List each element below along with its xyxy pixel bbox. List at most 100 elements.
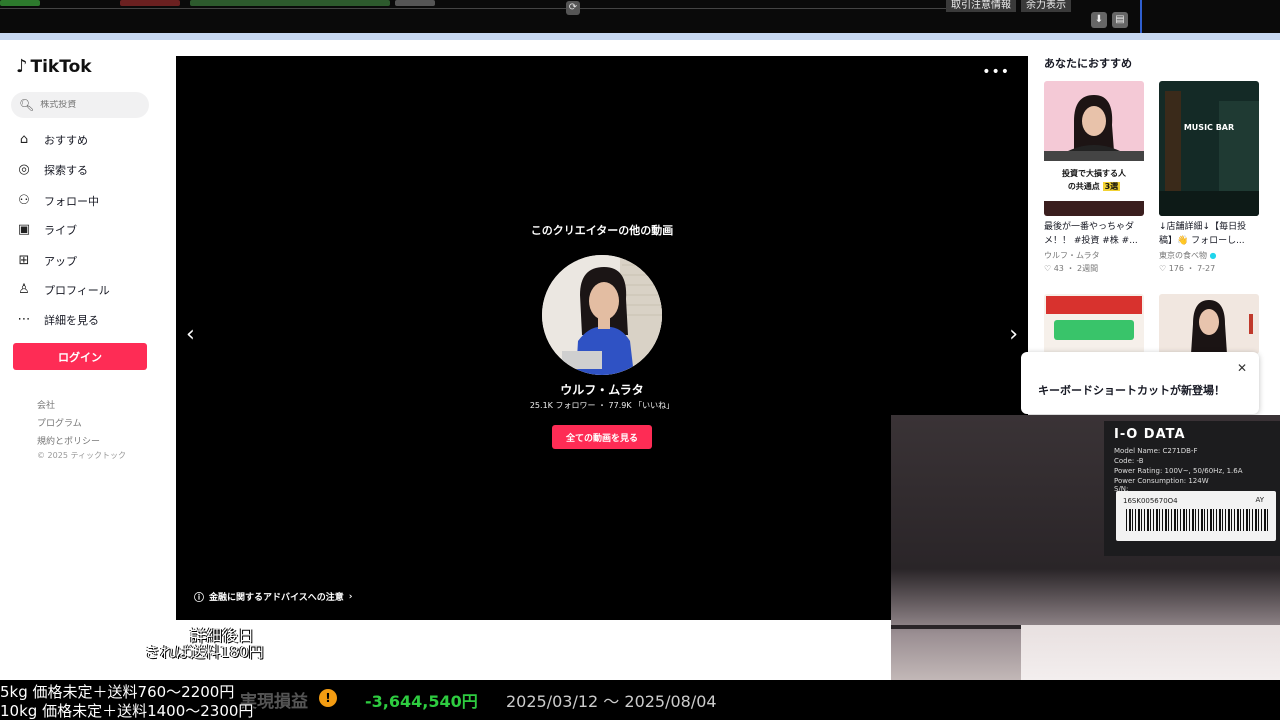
- label-power-consumption: Power Consumption: 124W: [1114, 477, 1209, 485]
- nav-item-more[interactable]: ⋯ 詳細を見る: [16, 312, 100, 328]
- rec-thumbnail[interactable]: [1159, 294, 1259, 354]
- view-all-videos-button[interactable]: 全ての動画を見る: [552, 425, 652, 449]
- barcode-sticker: 16SK005670O4 AY: [1116, 491, 1276, 541]
- footer-link-terms[interactable]: 規約とポリシー: [37, 434, 100, 447]
- rec-card[interactable]: [1159, 294, 1259, 354]
- tiktok-note-icon: ♪: [16, 56, 28, 77]
- download-icon[interactable]: ⬇: [1091, 12, 1107, 28]
- margin-display-button[interactable]: 余力表示: [1021, 0, 1071, 12]
- webcam-overlay: I-O DATA Model Name: C271DB-F Code: -B P…: [891, 415, 1280, 695]
- login-button[interactable]: ログイン: [13, 343, 147, 370]
- thumbnail-image: [1044, 294, 1144, 354]
- nav-label: 探索する: [44, 164, 88, 177]
- rec-card[interactable]: [1044, 294, 1144, 354]
- comment-strip: [176, 636, 891, 680]
- search-input[interactable]: [40, 100, 141, 110]
- copyright: © 2025 ティックトック: [37, 451, 126, 460]
- thumb-caption: の共通点: [1067, 182, 1100, 191]
- footer-link-company[interactable]: 会社: [37, 398, 55, 411]
- caption-shipping: きれば送料180円: [145, 643, 264, 661]
- close-icon[interactable]: ✕: [1237, 361, 1247, 375]
- avatar-image: [542, 255, 662, 375]
- rec-card[interactable]: MUSIC BAR ↓店舗詳細↓【毎日投稿】👋 フォローし... 東京の食べ物 …: [1159, 81, 1259, 274]
- nav-item-explore[interactable]: ◎ 探索する: [16, 162, 88, 178]
- caption-10kg: 10kg 価格未定＋送料1400～2300円: [0, 702, 254, 720]
- toolbar-blur: [190, 0, 390, 6]
- serial-suffix: AY: [1255, 496, 1264, 504]
- home-icon: ⌂: [19, 132, 29, 147]
- next-video-icon[interactable]: ›: [1009, 324, 1018, 346]
- footer-link-program[interactable]: プログラム: [37, 416, 82, 429]
- window-divider: [1140, 0, 1142, 33]
- nav-label: プロフィール: [44, 284, 110, 297]
- nav-item-upload[interactable]: ⊞ アップ: [16, 253, 77, 269]
- thumbnail-image: [1159, 81, 1259, 216]
- realized-pnl-value: -3,644,540円: [365, 692, 478, 711]
- live-icon: ▣: [17, 222, 31, 237]
- monitor-label: I-O DATA Model Name: C271DB-F Code: -B P…: [1104, 421, 1280, 556]
- search-icon[interactable]: 🔍︎: [19, 98, 34, 112]
- toolbar-blur: [120, 0, 180, 6]
- date-range: 2025/03/12 ～ 2025/08/04: [506, 692, 717, 711]
- thumbnail-image: [1159, 294, 1259, 354]
- rec-author[interactable]: ウルフ・ムラタ: [1044, 250, 1144, 261]
- sync-icon[interactable]: ⟳: [566, 1, 580, 15]
- creator-avatar[interactable]: [542, 255, 662, 375]
- rec-card[interactable]: 投資で大損する人 の共通点 3選 最後が一番やっちゃダメ！！ #投資 #株 #.…: [1044, 81, 1144, 274]
- caption-5kg: 5kg 価格未定＋送料760～2200円: [0, 683, 235, 701]
- recommendations-title: あなたにおすすめ: [1044, 57, 1132, 70]
- sidebar: ♪ TikTok 🔍︎ ⌂ おすすめ ◎ 探索する ⚇ フォロー中 ▣ ライブ: [0, 40, 176, 680]
- nav-label: アップ: [44, 255, 77, 268]
- financial-advice-notice[interactable]: ⓘ 金融に関するアドバイスへの注意 ›: [194, 589, 353, 605]
- thumb-caption: 投資で大損する人: [1062, 169, 1126, 178]
- advice-text: 金融に関するアドバイスへの注意: [209, 593, 344, 603]
- label-power-rating: Power Rating: 100V~, 50/60Hz, 1.6A: [1114, 467, 1243, 475]
- rec-thumbnail[interactable]: 投資で大損する人 の共通点 3選: [1044, 81, 1144, 216]
- creator-name[interactable]: ウルフ・ムラタ: [176, 381, 1028, 398]
- serial-number: 16SK005670O4: [1123, 497, 1178, 505]
- rec-description[interactable]: ↓店舗詳細↓【毎日投稿】👋 フォローし...: [1159, 220, 1259, 248]
- nav-label: おすすめ: [44, 134, 88, 147]
- thumb-caption: MUSIC BAR: [1183, 123, 1235, 132]
- creator-more-heading: このクリエイターの他の動画: [530, 224, 674, 237]
- verified-icon: ●: [1209, 251, 1217, 260]
- nav-item-following[interactable]: ⚇ フォロー中: [16, 193, 99, 209]
- prev-video-icon[interactable]: ‹: [186, 324, 195, 346]
- more-options-icon[interactable]: •••: [982, 64, 1010, 80]
- upload-icon: ⊞: [18, 253, 30, 268]
- more-icon: ⋯: [17, 312, 31, 327]
- nav-item-live[interactable]: ▣ ライブ: [16, 222, 77, 238]
- nav-item-recommended[interactable]: ⌂ おすすめ: [16, 132, 88, 148]
- rec-meta: ♡ 43 ・ 2週間: [1044, 264, 1099, 273]
- barcode: [1126, 509, 1268, 531]
- search-box[interactable]: 🔍︎: [11, 92, 149, 118]
- toolbar-blur: [0, 0, 40, 6]
- rec-author[interactable]: 東京の食べ物 ●: [1159, 250, 1259, 261]
- rec-author-name: 東京の食べ物: [1159, 251, 1207, 260]
- nav-label: 詳細を見る: [44, 314, 99, 327]
- label-code: Code: -B: [1114, 457, 1144, 465]
- shortcut-toast: ✕ キーボードショートカットが新登場！: [1021, 352, 1259, 414]
- follow-icon: ⚇: [18, 193, 30, 208]
- nav-item-profile[interactable]: ♙ プロフィール: [16, 282, 110, 298]
- screen: ⟳ 取引注意情報 余力表示 ⬇ ▤ ♪ TikTok 🔍︎ ⌂ おすすめ ◎ 探…: [0, 0, 1280, 720]
- trade-notice-button[interactable]: 取引注意情報: [946, 0, 1016, 12]
- toast-message: キーボードショートカットが新登場！: [1038, 384, 1225, 397]
- top-toolbar: ⟳ 取引注意情報 余力表示 ⬇ ▤: [0, 0, 1280, 33]
- rec-thumbnail[interactable]: MUSIC BAR: [1159, 81, 1259, 216]
- profile-icon: ♙: [18, 282, 30, 297]
- thumbnail-image: [1044, 81, 1144, 216]
- compass-icon: ◎: [18, 162, 30, 177]
- thumb-badge: 3選: [1102, 182, 1121, 191]
- info-icon: ⓘ: [194, 593, 204, 604]
- nav-label: ライブ: [44, 224, 77, 237]
- rec-description[interactable]: 最後が一番やっちゃダメ！！ #投資 #株 #...: [1044, 220, 1144, 248]
- chevron-right-icon: ›: [348, 591, 353, 602]
- tiktok-logo[interactable]: ♪ TikTok: [16, 56, 92, 77]
- warning-icon: !: [319, 689, 337, 707]
- rec-thumbnail[interactable]: [1044, 294, 1144, 354]
- logo-text: TikTok: [30, 56, 92, 77]
- thumb-caption-row: の共通点 3選: [1044, 181, 1144, 192]
- toolbar-blur: [395, 0, 435, 6]
- window-icon[interactable]: ▤: [1112, 12, 1128, 28]
